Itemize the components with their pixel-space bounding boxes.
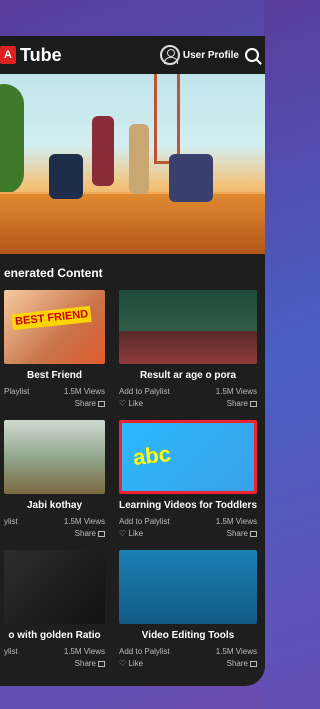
brand[interactable]: A Tube <box>0 45 62 66</box>
video-card[interactable]: BEST FRIEND Best Friend Playlist 1.5M Vie… <box>4 290 106 408</box>
search-icon[interactable] <box>245 48 259 62</box>
share-button[interactable]: Share <box>227 399 257 408</box>
logo-icon: A <box>0 46 16 64</box>
views-count: 1.5M Views <box>63 517 106 526</box>
video-card[interactable]: abc Learning Videos for Toddlers Add to … <box>119 420 257 538</box>
playlist-link[interactable]: Add to Palylist <box>119 517 170 526</box>
like-link[interactable]: ♡ Like <box>119 529 143 538</box>
user-icon <box>159 45 180 65</box>
like-link[interactable]: ♡ Like <box>119 659 143 668</box>
hero-person <box>129 124 149 194</box>
hero-person <box>49 154 83 199</box>
video-title[interactable]: Best Friend <box>4 370 105 381</box>
video-thumbnail[interactable] <box>4 420 106 494</box>
playlist-link[interactable]: ylist <box>4 517 18 526</box>
user-profile-label: User Profile <box>182 49 239 61</box>
featured-video[interactable] <box>0 74 265 254</box>
share-button[interactable]: Share <box>227 529 257 538</box>
share-button[interactable]: Share <box>74 529 106 538</box>
thumbnail-text: abc <box>131 441 173 470</box>
share-icon <box>98 660 106 667</box>
video-thumbnail[interactable]: abc <box>119 420 257 494</box>
video-thumbnail[interactable] <box>4 550 106 624</box>
share-button[interactable]: Share <box>227 659 257 668</box>
like-label: Like <box>128 659 144 668</box>
video-card[interactable]: o with golden Ratio ylist 1.5M Views Shar… <box>4 550 106 668</box>
video-grid: BEST FRIEND Best Friend Playlist 1.5M Vie… <box>0 286 265 668</box>
share-button[interactable]: Share <box>74 399 106 408</box>
hero-ground <box>0 194 265 254</box>
share-label: Share <box>226 529 248 538</box>
playlist-link[interactable]: Playlist <box>4 387 29 396</box>
app-title: Tube <box>20 44 62 65</box>
video-title[interactable]: Result ar age o pora <box>119 370 257 381</box>
like-link[interactable]: ♡ Like <box>119 399 143 408</box>
thumbnail-text: BEST FRIEND <box>11 305 92 331</box>
playlist-link[interactable]: Add to Palylist <box>119 387 170 396</box>
app-bar: A Tube User Profile <box>0 36 265 74</box>
views-count: 1.5M Views <box>215 387 257 396</box>
views-count: 1.5M Views <box>215 647 257 656</box>
video-thumbnail[interactable] <box>119 290 257 364</box>
share-label: Share <box>74 399 97 408</box>
views-count: 1.5M Views <box>63 647 106 656</box>
video-title[interactable]: Video Editing Tools <box>119 630 257 641</box>
heart-icon: ♡ <box>119 659 127 668</box>
video-thumbnail[interactable] <box>119 550 257 624</box>
hero-tree <box>0 84 24 194</box>
share-icon <box>250 400 257 407</box>
playlist-link[interactable]: Add to Palylist <box>119 647 170 656</box>
share-icon <box>98 400 106 407</box>
hero-mast <box>154 74 180 164</box>
share-label: Share <box>74 659 97 668</box>
share-icon <box>250 530 257 537</box>
video-title[interactable]: o with golden Ratio <box>4 630 105 641</box>
heart-icon: ♡ <box>119 399 127 408</box>
share-label: Share <box>226 399 248 408</box>
share-label: Share <box>74 529 97 538</box>
video-title[interactable]: Learning Videos for Toddlers <box>119 500 257 511</box>
like-label: Like <box>128 529 144 538</box>
video-card[interactable]: Video Editing Tools Add to Palylist 1.5M … <box>119 550 257 668</box>
hero-person <box>92 116 114 186</box>
share-label: Share <box>226 659 248 668</box>
section-title: enerated Content <box>4 266 103 280</box>
share-icon <box>98 530 106 537</box>
heart-icon: ♡ <box>119 529 127 538</box>
share-icon <box>250 660 257 667</box>
user-profile-button[interactable]: User Profile <box>159 45 239 65</box>
views-count: 1.5M Views <box>63 387 106 396</box>
video-title[interactable]: Jabi kothay <box>4 500 105 511</box>
share-button[interactable]: Share <box>74 659 106 668</box>
phone-screen: A Tube User Profile enerated Content BES… <box>0 36 265 686</box>
video-card[interactable]: Jabi kothay ylist 1.5M Views Share <box>4 420 106 538</box>
like-label: Like <box>128 399 144 408</box>
video-card[interactable]: Result ar age o pora Add to Palylist 1.5M… <box>119 290 257 408</box>
hero-person <box>169 154 213 202</box>
views-count: 1.5M Views <box>215 517 257 526</box>
video-thumbnail[interactable]: BEST FRIEND <box>4 290 106 364</box>
playlist-link[interactable]: ylist <box>4 647 18 656</box>
